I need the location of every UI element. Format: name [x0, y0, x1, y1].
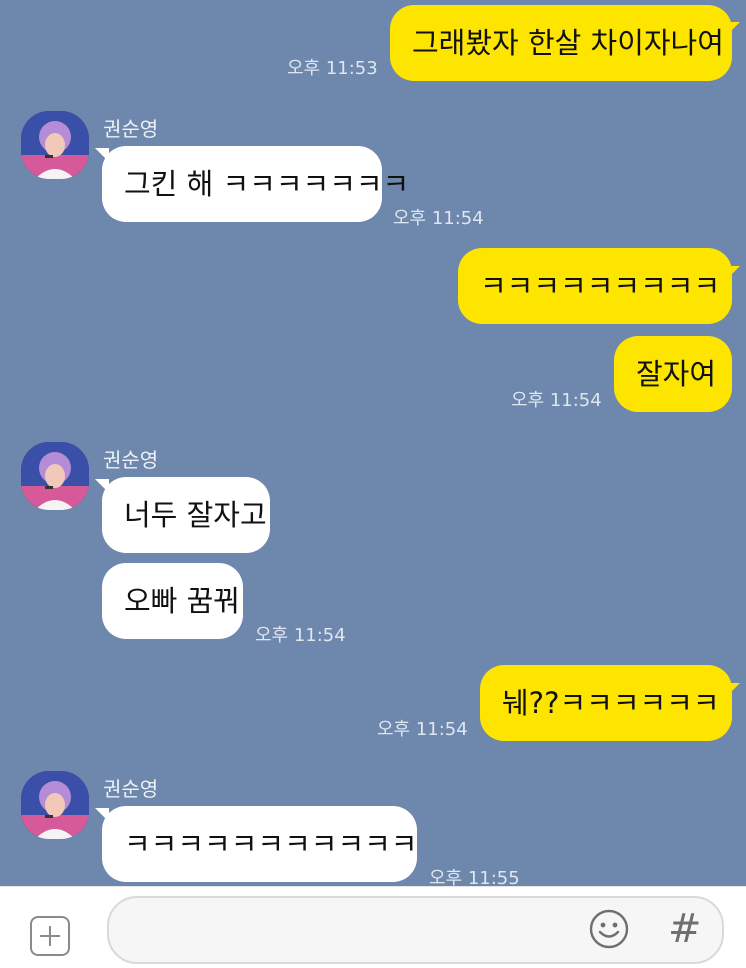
sender-name: 권순영: [103, 117, 159, 141]
message-time: 오후 11:54: [255, 625, 346, 646]
message-text: 그킨 해 ㅋㅋㅋㅋㅋㅋㅋ: [124, 167, 410, 201]
avatar[interactable]: [21, 442, 89, 510]
message-composer: [0, 886, 746, 968]
message-text: 너두 잘자고: [124, 498, 267, 532]
avatar[interactable]: [21, 771, 89, 839]
hash-icon[interactable]: #: [668, 906, 702, 952]
message-text: 오빠 꿈꿔: [124, 584, 240, 618]
message-time: 오후 11:54: [511, 390, 602, 411]
their-message-bubble[interactable]: 오빠 꿈꿔: [102, 563, 243, 639]
plus-square-icon[interactable]: [30, 916, 70, 956]
their-message-bubble[interactable]: ㅋㅋㅋㅋㅋㅋㅋㅋㅋㅋㅋ: [102, 806, 417, 882]
my-message-bubble[interactable]: 눼??ㅋㅋㅋㅋㅋㅋ: [480, 665, 732, 741]
sender-name: 권순영: [103, 777, 159, 801]
message-text: 눼??ㅋㅋㅋㅋㅋㅋ: [502, 686, 720, 720]
avatar[interactable]: [21, 111, 89, 179]
their-message-bubble[interactable]: 그킨 해 ㅋㅋㅋㅋㅋㅋㅋ: [102, 146, 409, 222]
bubble-tail: [726, 266, 740, 280]
my-message-bubble[interactable]: 그래봤자 한살 차이자나여: [390, 5, 732, 81]
message-text: ㅋㅋㅋㅋㅋㅋㅋㅋㅋ: [480, 269, 721, 303]
message-input[interactable]: [107, 896, 724, 964]
message-text: ㅋㅋㅋㅋㅋㅋㅋㅋㅋㅋㅋ: [124, 827, 418, 861]
bubble-tail: [726, 683, 740, 697]
chat-area[interactable]: 오후 11:53 그래봤자 한살 차이자나여 권순영 그킨 해 ㅋㅋㅋㅋㅋㅋㅋ …: [0, 0, 746, 889]
message-text: 그래봤자 한살 차이자나여: [412, 26, 724, 60]
message-time: 오후 11:53: [287, 58, 378, 79]
their-message-bubble[interactable]: 너두 잘자고: [102, 477, 270, 553]
my-message-bubble[interactable]: 잘자여: [614, 336, 732, 412]
smiley-icon[interactable]: [588, 908, 630, 950]
sender-name: 권순영: [103, 448, 159, 472]
my-message-bubble[interactable]: ㅋㅋㅋㅋㅋㅋㅋㅋㅋ: [458, 248, 732, 324]
message-time: 오후 11:54: [377, 719, 468, 740]
message-time: 오후 11:54: [393, 208, 484, 229]
message-text: 잘자여: [636, 357, 717, 391]
bubble-tail: [726, 22, 740, 36]
